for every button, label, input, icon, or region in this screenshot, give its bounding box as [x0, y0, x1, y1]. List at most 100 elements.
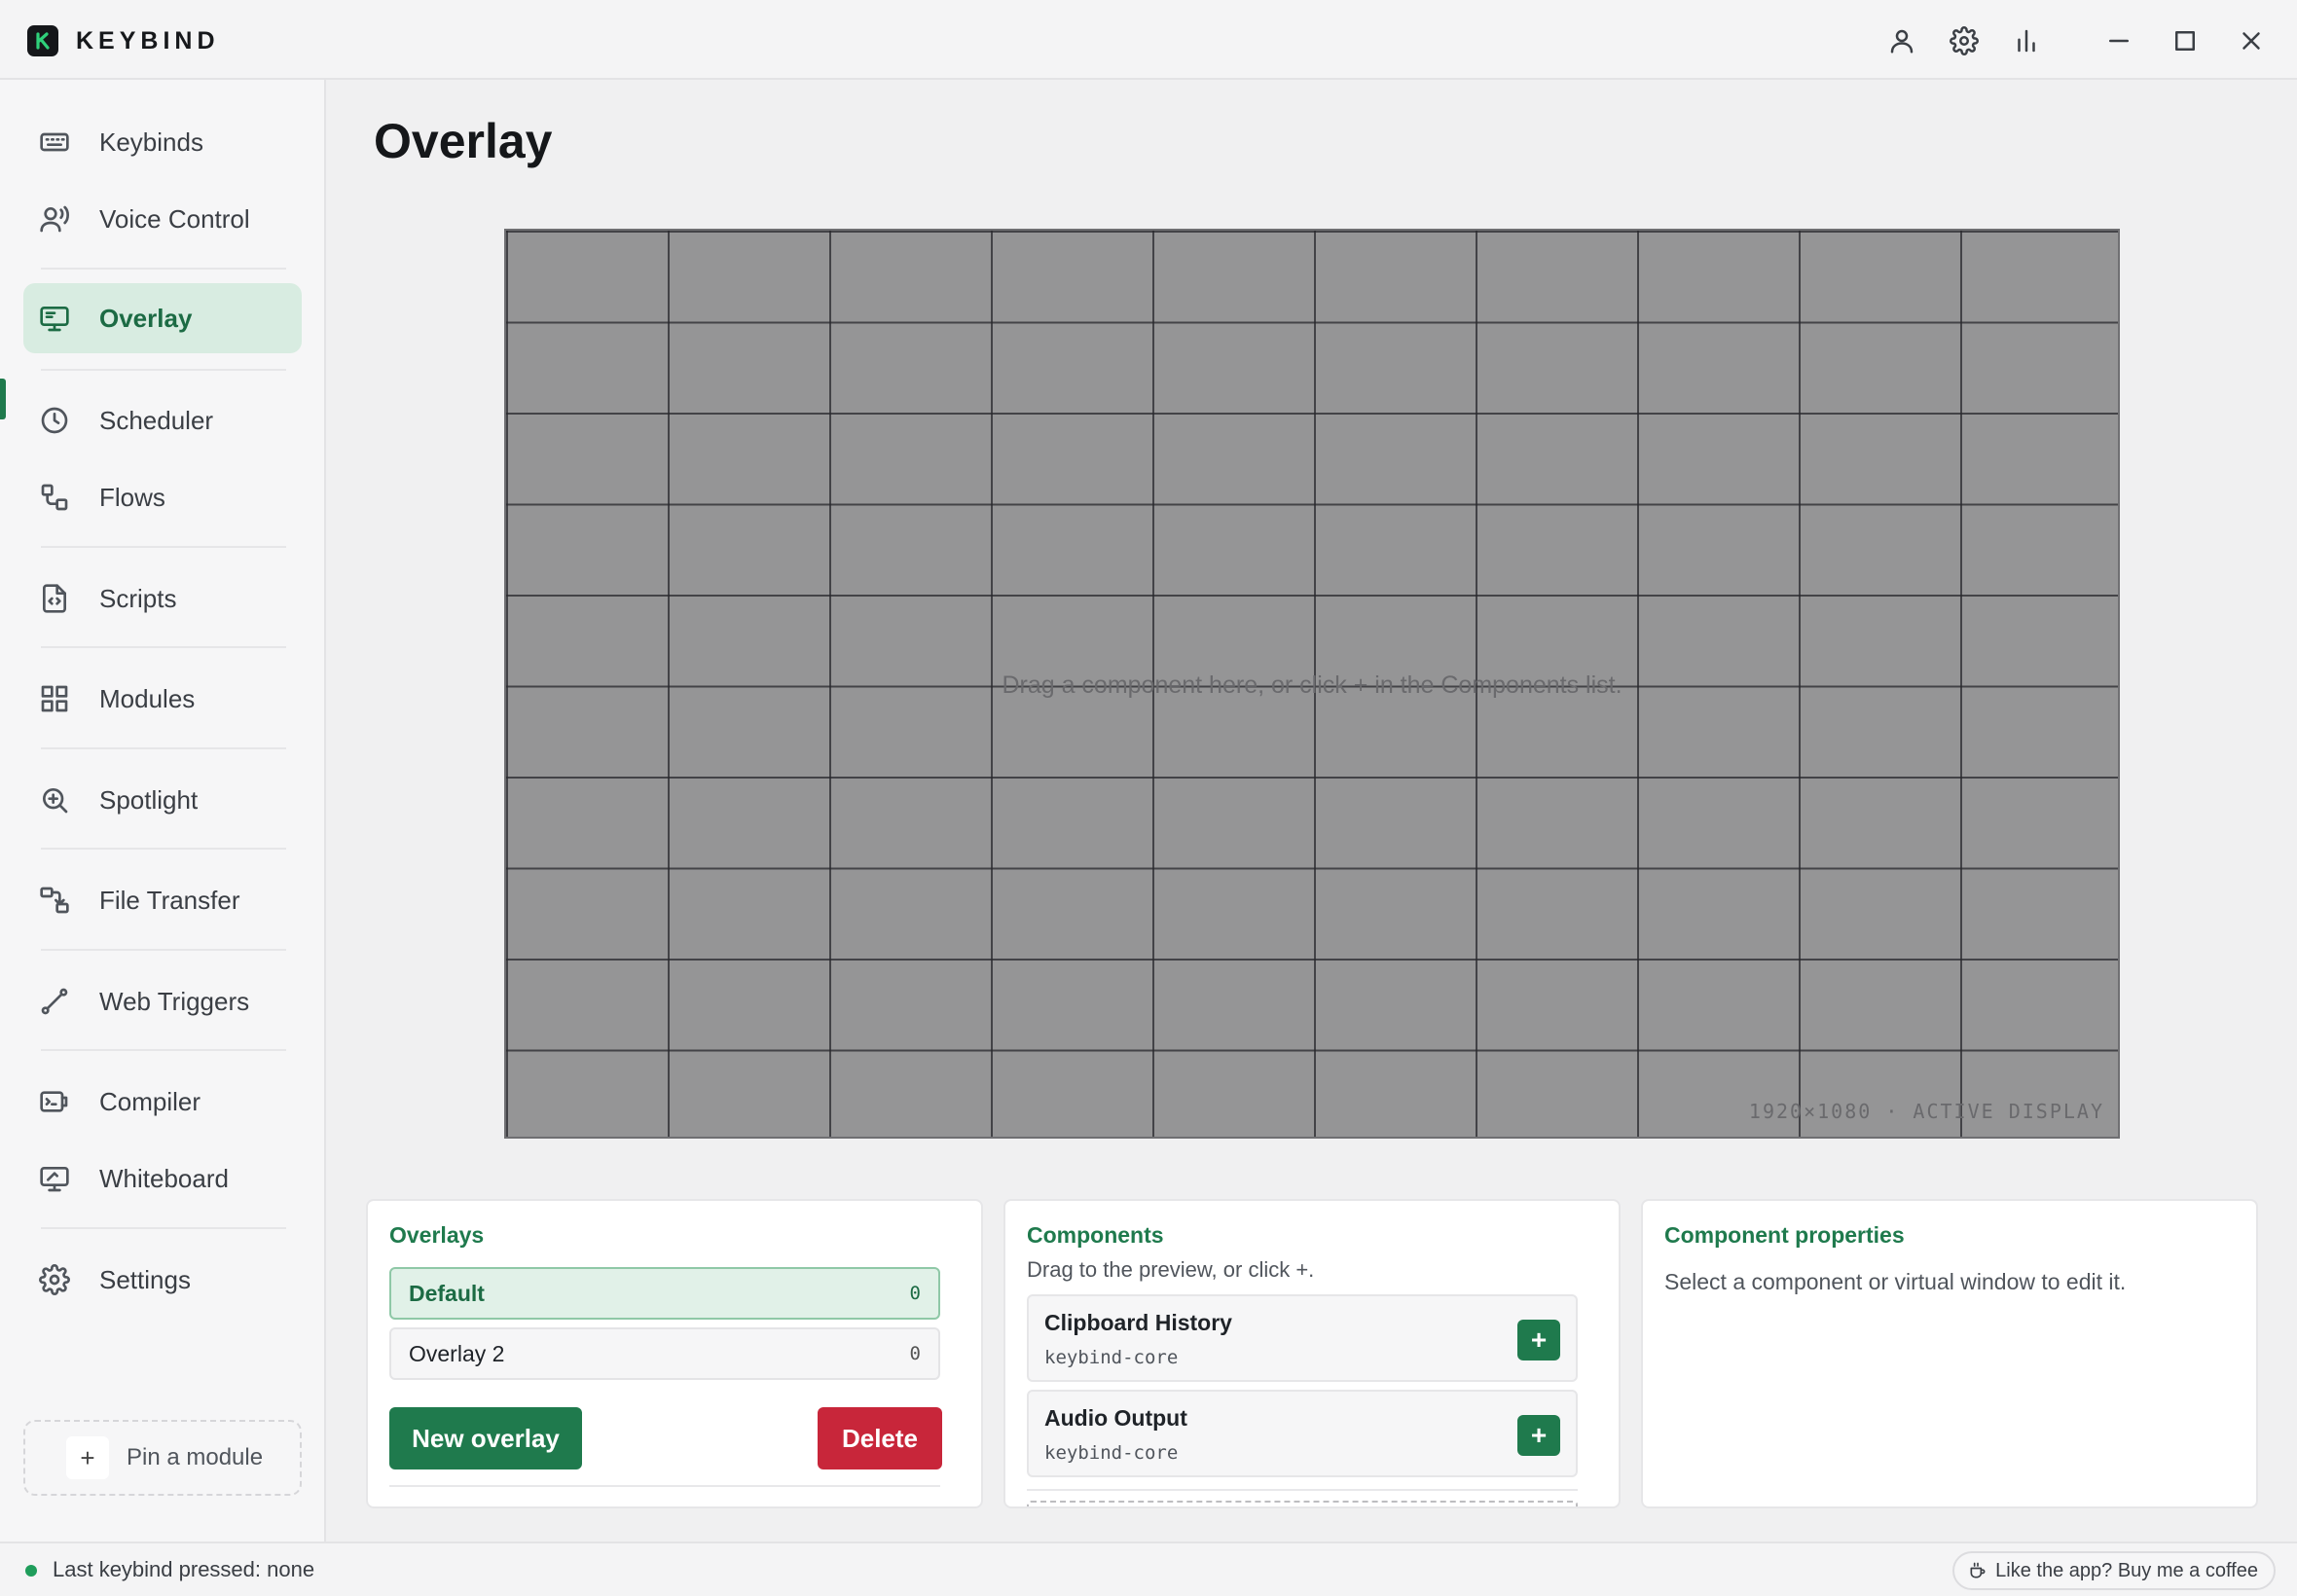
divider [41, 949, 286, 951]
sidebar-item-overlay[interactable]: Overlay [23, 283, 302, 353]
sidebar-item-label: Compiler [99, 1086, 201, 1116]
sidebar-item-label: Scheduler [99, 405, 214, 435]
compiler-icon [23, 1086, 99, 1117]
account-icon[interactable] [1882, 21, 1921, 60]
sidebar-item-scripts[interactable]: Scripts [23, 563, 302, 634]
plus-icon: + [66, 1436, 109, 1479]
sidebar-item-label: Settings [99, 1264, 191, 1294]
pin-module-label: Pin a module [127, 1444, 264, 1470]
add-component-button[interactable]: + [1517, 1415, 1560, 1456]
sidebar-item-label: Modules [99, 683, 196, 713]
web-trigger-icon [23, 986, 99, 1017]
sidebar-item-label: Overlay [99, 303, 193, 333]
sidebar-item-web-triggers[interactable]: Web Triggers [23, 966, 302, 1036]
sidebar-item-compiler[interactable]: Compiler [23, 1067, 302, 1137]
active-indicator [0, 379, 6, 419]
divider [41, 1227, 286, 1229]
divider [41, 546, 286, 548]
components-panel: Components Drag to the preview, or click… [1003, 1199, 1621, 1508]
divider [41, 848, 286, 850]
stats-icon[interactable] [2007, 21, 2046, 60]
divider [41, 1049, 286, 1051]
add-component-button[interactable]: + [1517, 1320, 1560, 1360]
title-bar: KEYBIND [0, 0, 2297, 80]
whiteboard-icon [23, 1163, 99, 1194]
sidebar-item-label: Voice Control [99, 203, 250, 234]
component-source: keybind-core [1044, 1347, 1179, 1368]
properties-title: Component properties [1664, 1222, 1905, 1248]
component-properties-panel: Component properties Select a component … [1641, 1199, 2258, 1508]
divider [389, 1485, 940, 1487]
coffee-icon [1970, 1562, 1986, 1578]
k-logo-icon [36, 32, 50, 50]
voice-icon [23, 203, 99, 235]
sidebar-item-voice-control[interactable]: Voice Control [23, 184, 302, 254]
overlay-item-overlay-2[interactable]: Overlay 2 0 [389, 1327, 940, 1380]
component-item-clipboard-history[interactable]: Clipboard History keybind-core + [1027, 1294, 1578, 1382]
sidebar-item-spotlight[interactable]: Spotlight [23, 765, 302, 835]
clock-icon [23, 405, 99, 436]
flow-icon [23, 482, 99, 513]
app-logo [27, 25, 58, 56]
components-subtitle: Drag to the preview, or click +. [1027, 1257, 1315, 1282]
divider [41, 747, 286, 749]
page-title: Overlay [374, 114, 553, 168]
buy-coffee-label: Like the app? Buy me a coffee [1995, 1559, 2258, 1581]
overlays-panel: Overlays Default 0 Overlay 2 0 New overl… [366, 1199, 983, 1508]
sidebar-item-label: Web Triggers [99, 986, 250, 1016]
settings-icon[interactable] [1945, 21, 1984, 60]
sidebar-item-flows[interactable]: Flows [23, 462, 302, 532]
components-title: Components [1027, 1222, 1164, 1248]
sidebar-item-settings[interactable]: Settings [23, 1245, 302, 1315]
monitor-icon [23, 303, 99, 334]
sidebar-item-keybinds[interactable]: Keybinds [23, 107, 302, 177]
display-resolution: 1920×1080 · ACTIVE DISPLAY [1748, 1100, 2104, 1123]
component-name: Audio Output [1044, 1405, 1187, 1431]
close-icon[interactable] [2232, 21, 2271, 60]
overlay-preview-canvas[interactable]: Drag a component here, or click + in the… [504, 229, 2120, 1139]
divider [41, 369, 286, 371]
new-overlay-button[interactable]: New overlay [389, 1407, 582, 1469]
sidebar-item-label: Flows [99, 482, 165, 512]
sidebar-item-file-transfer[interactable]: File Transfer [23, 865, 302, 935]
status-dot [25, 1565, 37, 1577]
sidebar-item-label: Spotlight [99, 784, 199, 815]
sidebar-item-label: Whiteboard [99, 1163, 229, 1193]
sidebar-item-modules[interactable]: Modules [23, 664, 302, 734]
component-source: keybind-core [1044, 1442, 1179, 1464]
last-keybind-status: Last keybind pressed: none [53, 1557, 315, 1581]
minimize-icon[interactable] [2099, 21, 2138, 60]
overlay-item-default[interactable]: Default 0 [389, 1267, 940, 1320]
maximize-icon[interactable] [2166, 21, 2205, 60]
overlay-count: 0 [909, 1283, 921, 1304]
preview-hint: Drag a component here, or click + in the… [1002, 671, 1622, 699]
delete-overlay-button[interactable]: Delete [818, 1407, 942, 1469]
buy-coffee-button[interactable]: Like the app? Buy me a coffee [1952, 1551, 2276, 1590]
sidebar-item-whiteboard[interactable]: Whiteboard [23, 1143, 302, 1214]
overlay-count: 0 [909, 1343, 921, 1364]
overlays-title: Overlays [389, 1222, 485, 1248]
file-transfer-icon [23, 885, 99, 916]
sidebar-item-scheduler[interactable]: Scheduler [23, 385, 302, 455]
script-file-icon [23, 583, 99, 614]
component-item-audio-output[interactable]: Audio Output keybind-core + [1027, 1390, 1578, 1477]
overlay-name: Overlay 2 [409, 1340, 505, 1366]
status-bar: Last keybind pressed: none Like the app?… [0, 1542, 2297, 1596]
drop-zone-edge [1027, 1501, 1578, 1506]
properties-empty-text: Select a component or virtual window to … [1664, 1269, 2127, 1294]
grid-icon [23, 683, 99, 714]
app-name: KEYBIND [76, 27, 220, 54]
pin-module-button[interactable]: + Pin a module [23, 1420, 302, 1496]
sidebar-item-label: Scripts [99, 583, 177, 613]
divider [1027, 1489, 1578, 1491]
overlay-name: Default [409, 1280, 485, 1306]
sidebar-item-label: File Transfer [99, 885, 240, 915]
component-name: Clipboard History [1044, 1310, 1232, 1335]
sidebar-item-label: Keybinds [99, 127, 203, 157]
gear-icon [23, 1264, 99, 1295]
divider [41, 268, 286, 270]
sidebar: Keybinds Voice Control Overlay Scheduler… [0, 80, 326, 1542]
search-zoom-icon [23, 784, 99, 816]
divider [41, 646, 286, 648]
keyboard-icon [23, 127, 99, 158]
